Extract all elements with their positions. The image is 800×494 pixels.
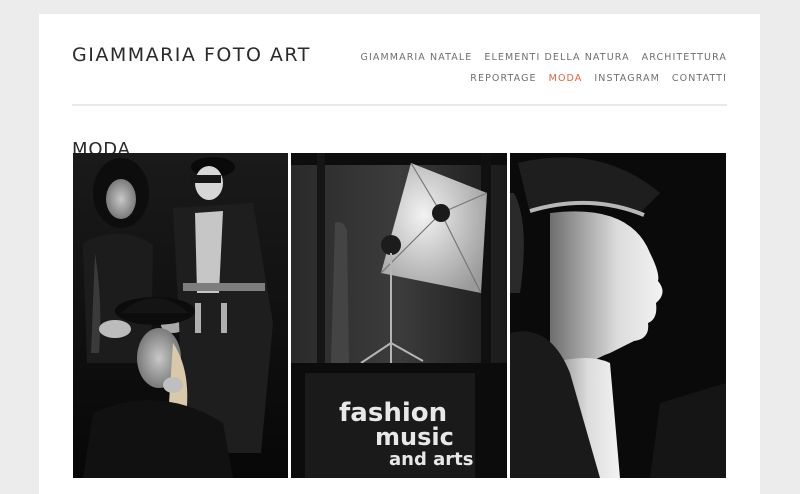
nav-item-instagram[interactable]: INSTAGRAM xyxy=(594,73,660,84)
gallery-photo-3[interactable] xyxy=(510,153,726,478)
photo-2-image: fashion music and arts xyxy=(291,153,507,478)
nav-item-elementi-della-natura[interactable]: ELEMENTI DELLA NATURA xyxy=(484,52,629,63)
header-divider xyxy=(72,104,727,106)
sign-word-3: and arts xyxy=(389,449,473,470)
nav-item-giammaria-natale[interactable]: GIAMMARIA NATALE xyxy=(361,52,473,63)
photo-gallery: fashion music and arts xyxy=(73,153,726,478)
nav-item-contatti[interactable]: CONTATTI xyxy=(672,73,727,84)
gallery-photo-1[interactable] xyxy=(73,153,288,478)
nav-item-reportage[interactable]: REPORTAGE xyxy=(470,73,536,84)
nav-item-moda[interactable]: MODA xyxy=(549,73,583,84)
nav-item-architettura[interactable]: ARCHITETTURA xyxy=(642,52,727,63)
photo-1-image xyxy=(73,153,288,478)
site-title[interactable]: GIAMMARIA FOTO ART xyxy=(72,44,311,66)
nav-row-2: REPORTAGE MODA INSTAGRAM CONTATTI xyxy=(470,73,727,84)
gallery-photo-2[interactable]: fashion music and arts xyxy=(291,153,507,478)
nav-row-1: GIAMMARIA NATALE ELEMENTI DELLA NATURA A… xyxy=(361,52,727,63)
page-card: GIAMMARIA FOTO ART GIAMMARIA NATALE ELEM… xyxy=(39,14,760,494)
sign-word-2: music xyxy=(375,423,454,451)
photo-3-image xyxy=(510,153,726,478)
